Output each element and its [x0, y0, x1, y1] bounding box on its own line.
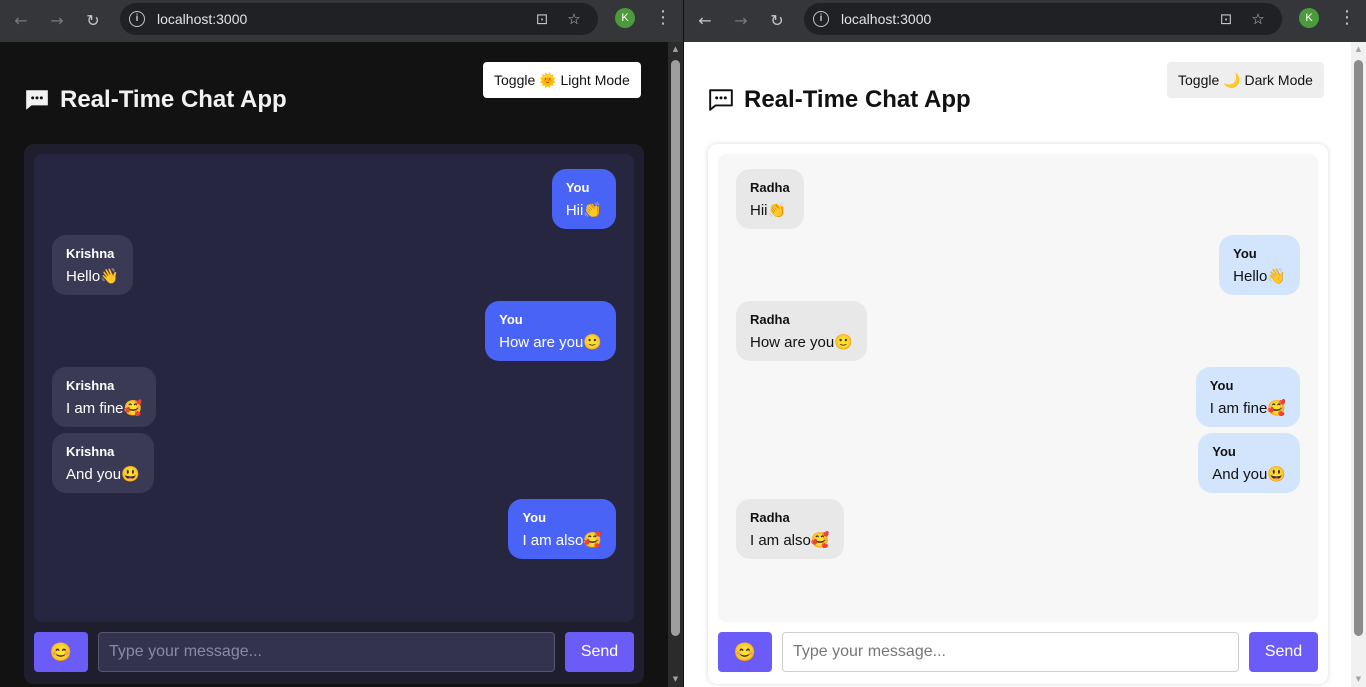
message-input[interactable]	[98, 632, 555, 672]
url-text[interactable]: localhost:3000	[157, 11, 247, 27]
message-bubble-sent: You Hii👏	[551, 169, 616, 229]
theme-toggle-button[interactable]: Toggle 🌞 Light Mode	[483, 62, 641, 98]
message-bubble-received: Radha I am also🥰	[736, 499, 844, 559]
message-sender: Radha	[750, 510, 790, 525]
message-sender: Radha	[750, 312, 790, 327]
message-text: I am also🥰	[522, 532, 602, 549]
emoji-picker-button[interactable]: 😊	[718, 632, 772, 672]
menu-icon[interactable]: ⋮	[654, 7, 672, 31]
page-title: Real-Time Chat App	[24, 86, 287, 114]
scrollbar[interactable]: ▲ ▼	[1351, 42, 1366, 687]
message-bubble-received: Krishna And you😃	[52, 433, 154, 493]
scroll-down-arrow-icon[interactable]: ▼	[1351, 672, 1366, 687]
browser-toolbar: ← → ↻ i localhost:3000 ⊡ ☆ K ⋮	[684, 0, 1366, 42]
composer: 😊 Send	[718, 632, 1318, 672]
page-title-text: Real-Time Chat App	[744, 86, 971, 113]
message-bubble-received: Krishna Hello👋	[52, 235, 133, 295]
scroll-down-arrow-icon[interactable]: ▼	[668, 672, 683, 687]
browser-window-light: ← → ↻ i localhost:3000 ⊡ ☆ K ⋮ Toggle 🌙 …	[683, 0, 1366, 687]
message-bubble-received: Radha How are you🙂	[736, 301, 867, 361]
scrollbar-thumb[interactable]	[1354, 60, 1363, 636]
message-text: And you😃	[1212, 466, 1286, 483]
message-list: You Hii👏 Krishna Hello👋 You How are you🙂 Krish…	[34, 154, 634, 622]
back-icon[interactable]: ←	[8, 8, 34, 34]
info-icon[interactable]: i	[813, 11, 829, 27]
forward-icon[interactable]: →	[728, 8, 754, 34]
address-bar[interactable]: i localhost:3000 ⊡ ☆	[804, 3, 1282, 35]
message-sender: You	[1212, 444, 1236, 459]
page-title: Real-Time Chat App	[708, 86, 971, 114]
reload-icon[interactable]: ↻	[764, 8, 790, 34]
install-app-icon[interactable]: ⊡	[1216, 9, 1236, 29]
message-bubble-sent: You I am fine🥰	[1195, 367, 1300, 427]
message-text: How are you🙂	[750, 334, 853, 351]
forward-icon[interactable]: →	[44, 8, 70, 34]
message-bubble-received: Radha Hii👏	[736, 169, 804, 229]
page-title-text: Real-Time Chat App	[60, 86, 287, 113]
message-sender: Krishna	[66, 444, 115, 459]
message-text: Hii👏	[565, 202, 602, 219]
message-bubble-sent: You Hello👋	[1219, 235, 1300, 295]
bookmark-star-icon[interactable]: ☆	[564, 9, 584, 29]
reload-icon[interactable]: ↻	[80, 8, 106, 34]
browser-window-dark: ← → ↻ i localhost:3000 ⊡ ☆ K ⋮ Toggle 🌞 …	[0, 0, 683, 687]
message-sender: Krishna	[66, 378, 115, 393]
page-content: Toggle 🌞 Light Mode Real-Time Chat App Y…	[0, 42, 683, 687]
emoji-picker-button[interactable]: 😊	[34, 632, 88, 672]
message-text: Hello👋	[1233, 268, 1286, 285]
composer: 😊 Send	[34, 632, 634, 672]
chat-card: Radha Hii👏 You Hello👋 Radha How are you🙂 You I …	[708, 144, 1328, 684]
send-button[interactable]: Send	[565, 632, 634, 672]
message-text: Hii👏	[750, 202, 787, 219]
scrollbar[interactable]: ▲ ▼	[668, 42, 683, 687]
message-bubble-received: Krishna I am fine🥰	[52, 367, 157, 427]
url-text[interactable]: localhost:3000	[841, 11, 931, 27]
install-app-icon[interactable]: ⊡	[532, 9, 552, 29]
message-bubble-sent: You I am also🥰	[508, 499, 616, 559]
message-sender: You	[499, 312, 523, 327]
message-text: And you😃	[66, 466, 140, 483]
address-bar[interactable]: i localhost:3000 ⊡ ☆	[120, 3, 598, 35]
message-text: I am fine🥰	[66, 400, 143, 417]
back-icon[interactable]: ←	[692, 8, 718, 34]
message-sender: You	[565, 180, 590, 195]
page-content: Toggle 🌙 Dark Mode Real-Time Chat App Ra…	[684, 42, 1366, 687]
browser-toolbar: ← → ↻ i localhost:3000 ⊡ ☆ K ⋮	[0, 0, 683, 42]
message-sender: You	[1233, 246, 1257, 261]
menu-icon[interactable]: ⋮	[1338, 7, 1356, 31]
message-sender: You	[522, 510, 547, 525]
message-bubble-sent: You And you😃	[1198, 433, 1300, 493]
message-text: How are you🙂	[499, 334, 602, 351]
scrollbar-thumb[interactable]	[671, 60, 680, 636]
info-icon[interactable]: i	[129, 11, 145, 27]
send-button[interactable]: Send	[1249, 632, 1318, 672]
message-sender: Radha	[750, 180, 790, 195]
message-sender: Krishna	[66, 246, 115, 261]
chat-bubble-icon	[26, 90, 48, 110]
message-text: Hello👋	[66, 268, 119, 285]
message-text: I am also🥰	[750, 532, 830, 549]
bookmark-star-icon[interactable]: ☆	[1248, 9, 1268, 29]
profile-avatar[interactable]: K	[1299, 8, 1319, 28]
scroll-up-arrow-icon[interactable]: ▲	[668, 42, 683, 57]
profile-avatar[interactable]: K	[615, 8, 635, 28]
message-sender: You	[1209, 378, 1234, 393]
message-input[interactable]	[782, 632, 1239, 672]
theme-toggle-button[interactable]: Toggle 🌙 Dark Mode	[1167, 62, 1324, 98]
message-text: I am fine🥰	[1209, 400, 1286, 417]
chat-bubble-icon	[709, 89, 733, 111]
chat-card: You Hii👏 Krishna Hello👋 You How are you🙂 Krish…	[24, 144, 644, 684]
message-list: Radha Hii👏 You Hello👋 Radha How are you🙂 You I …	[718, 154, 1318, 622]
message-bubble-sent: You How are you🙂	[485, 301, 616, 361]
scroll-up-arrow-icon[interactable]: ▲	[1351, 42, 1366, 57]
